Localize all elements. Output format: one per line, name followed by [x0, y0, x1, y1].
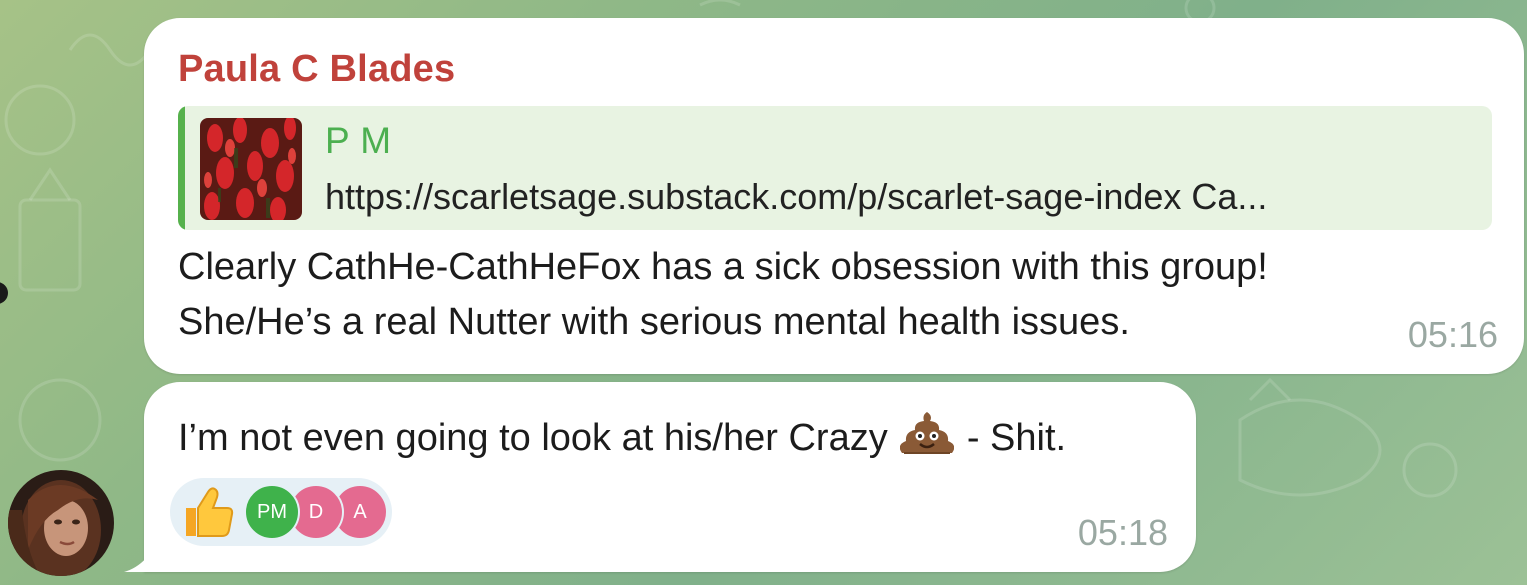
message-timestamp: 05:18 — [1077, 512, 1168, 553]
reaction-bar[interactable]: PM D A — [170, 478, 392, 546]
thumbs-up-emoji-icon — [178, 484, 236, 540]
sender-avatar[interactable] — [8, 470, 114, 576]
reaction-user-avatar: PM — [244, 484, 300, 540]
reply-accent-bar — [178, 106, 185, 230]
sender-name[interactable]: Paula C Blades — [178, 48, 455, 91]
message-text: I’m not even going to look at his/her Cr… — [178, 410, 1066, 466]
edge-indicator — [0, 282, 8, 304]
message-timestamp: 05:16 — [1407, 314, 1498, 355]
bubble-tail — [124, 540, 160, 572]
message-bubble[interactable]: Paula C Blades P M https://scarletsage.s… — [144, 18, 1524, 374]
message-text-line: Clearly CathHe-CathHeFox has a sick obse… — [178, 246, 1268, 288]
reply-sender-name: P M — [325, 120, 392, 161]
message-text-line: She/He’s a real Nutter with serious ment… — [178, 301, 1130, 343]
message-text-after-emoji: - Shit. — [966, 417, 1067, 459]
reply-snippet: https://scarletsage.substack.com/p/scarl… — [325, 176, 1268, 217]
reply-preview[interactable]: P M https://scarletsage.substack.com/p/s… — [178, 106, 1492, 230]
message-bubble[interactable]: I’m not even going to look at his/her Cr… — [144, 382, 1196, 572]
reply-thumbnail-image — [200, 118, 302, 220]
pile-of-poo-emoji-icon — [900, 410, 955, 456]
message-text-before-emoji: I’m not even going to look at his/her Cr… — [178, 417, 888, 459]
